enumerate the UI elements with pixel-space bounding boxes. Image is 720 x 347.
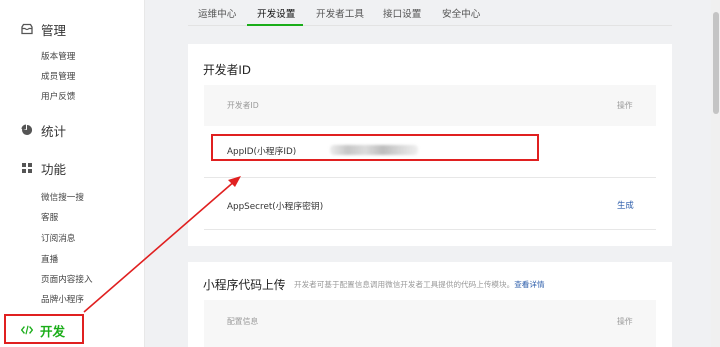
sidebar-item-service[interactable]: 客服 <box>41 211 58 223</box>
tab-ops[interactable]: 运维中心 <box>198 6 236 20</box>
tab-dev-tools[interactable]: 开发者工具 <box>316 6 364 20</box>
page-scrollbar[interactable] <box>711 0 720 347</box>
generate-secret-link[interactable]: 生成 <box>617 199 634 211</box>
col-developer-id: 开发者ID <box>227 101 259 110</box>
sidebar-item-version[interactable]: 版本管理 <box>41 50 75 62</box>
code-upload-title: 小程序代码上传 <box>203 278 286 292</box>
developer-id-title: 开发者ID <box>203 63 251 77</box>
appid-highlight-box <box>211 134 539 161</box>
scrollbar-thumb[interactable] <box>713 12 719 114</box>
box-icon <box>21 23 33 35</box>
sidebar-section-stats[interactable]: 统计 <box>0 118 145 142</box>
table-row-appsecret: AppSecret(小程序密钥) 生成 <box>204 178 656 230</box>
sidebar-item-members[interactable]: 成员管理 <box>41 70 75 82</box>
sidebar-item-subscribe[interactable]: 订阅消息 <box>41 232 75 244</box>
sidebar-section-manage[interactable]: 管理 <box>0 17 145 41</box>
sidebar-section-features[interactable]: 功能 <box>0 156 145 180</box>
appsecret-label: AppSecret(小程序密钥) <box>227 202 324 212</box>
sidebar-item-feedback[interactable]: 用户反馈 <box>41 90 75 102</box>
code-upload-desc: 开发者可基于配置信息调用微信开发者工具提供的代码上传模块。查看详情 <box>294 279 545 290</box>
tab-security[interactable]: 安全中心 <box>442 6 480 20</box>
code-upload-desc-text: 开发者可基于配置信息调用微信开发者工具提供的代码上传模块。 <box>294 280 515 289</box>
pie-chart-icon <box>21 124 33 136</box>
col-action: 操作 <box>617 101 633 110</box>
col-action-2: 操作 <box>617 317 633 326</box>
tab-api-settings[interactable]: 接口设置 <box>383 6 421 20</box>
view-details-link[interactable]: 查看详情 <box>514 280 544 289</box>
sidebar-stats-label: 统计 <box>41 123 67 139</box>
grid-icon <box>21 162 33 174</box>
sidebar-item-brand[interactable]: 品牌小程序 <box>41 293 84 305</box>
sidebar-item-search[interactable]: 微信搜一搜 <box>41 191 84 203</box>
develop-highlight-box <box>4 314 84 344</box>
sidebar: 管理 版本管理 成员管理 用户反馈 统计 功能 微信搜一搜 客服 订阅消息 直播… <box>0 0 145 347</box>
col-config: 配置信息 <box>227 317 259 326</box>
code-upload-card: 小程序代码上传 开发者可基于配置信息调用微信开发者工具提供的代码上传模块。查看详… <box>188 262 672 347</box>
top-tabs: 运维中心 开发设置 开发者工具 接口设置 安全中心 <box>188 0 672 26</box>
tab-dev-settings[interactable]: 开发设置 <box>257 6 295 20</box>
active-tab-indicator <box>247 24 303 26</box>
sidebar-manage-label: 管理 <box>41 22 67 38</box>
sidebar-features-label: 功能 <box>41 161 67 177</box>
sidebar-item-content[interactable]: 页面内容接入 <box>41 273 93 285</box>
developer-id-table-header: 开发者ID 操作 <box>204 85 656 126</box>
code-upload-table-header: 配置信息 操作 <box>204 300 656 347</box>
sidebar-item-live[interactable]: 直播 <box>41 253 58 265</box>
